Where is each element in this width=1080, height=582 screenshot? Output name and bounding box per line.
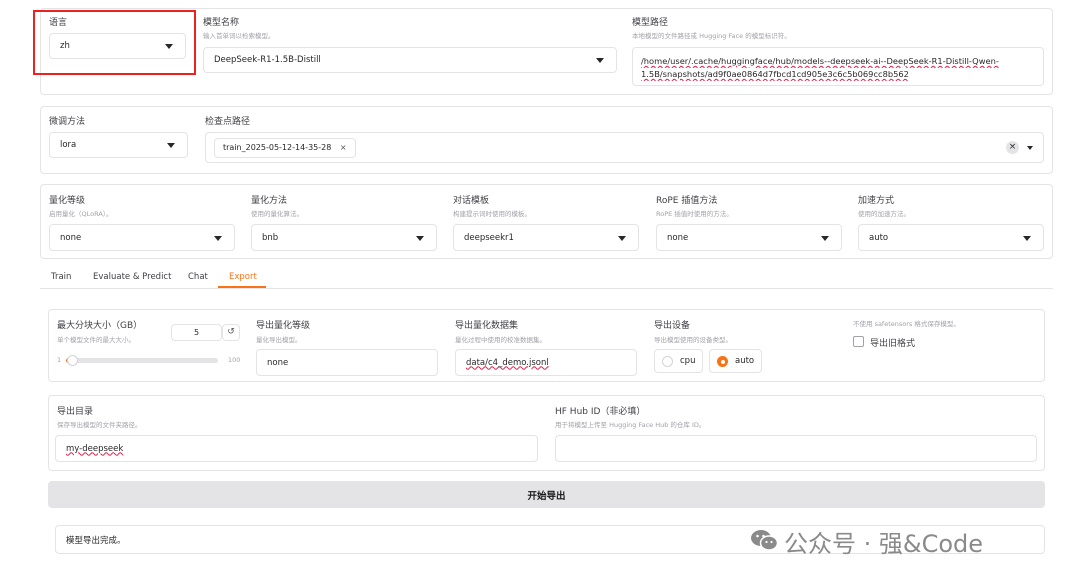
hub-id-hint: 用于将模型上传至 Hugging Face Hub 的仓库 ID。 bbox=[555, 421, 706, 429]
model-path-label: 模型路径 bbox=[632, 18, 669, 28]
chevron-down-icon bbox=[416, 235, 424, 241]
tab-train[interactable]: Train bbox=[51, 272, 71, 282]
tab-evaluate-predict[interactable]: Evaluate & Predict bbox=[93, 272, 171, 282]
export-dir-value: my-deepseek bbox=[66, 443, 124, 454]
legacy-format-label: 导出旧格式 bbox=[870, 339, 916, 349]
chevron-down-icon bbox=[167, 143, 175, 148]
quant-method-label: 量化方法 bbox=[251, 196, 288, 206]
rope-value: none bbox=[667, 232, 689, 243]
start-export-button[interactable]: 开始导出 bbox=[48, 481, 1045, 508]
shard-slider-thumb[interactable] bbox=[67, 355, 78, 366]
chevron-down-icon bbox=[618, 235, 626, 241]
model-path-line-2: 1.5B/snapshots/ad9f0ae0864d7fbcd1cd905e3… bbox=[641, 69, 909, 79]
model-name-label: 模型名称 bbox=[203, 18, 240, 28]
checkpoint-multiselect[interactable]: train_2025-05-12-14-35-28 × × bbox=[205, 132, 1044, 163]
quant-bit-label: 量化等级 bbox=[49, 196, 86, 206]
chevron-down-icon[interactable] bbox=[1027, 145, 1033, 150]
template-select[interactable]: deepseekr1 bbox=[453, 224, 639, 251]
radio-unchecked-icon bbox=[662, 356, 673, 367]
device-option-auto[interactable]: auto bbox=[709, 349, 762, 373]
tab-chat[interactable]: Chat bbox=[188, 272, 208, 282]
checkpoint-label: 检查点路径 bbox=[205, 117, 251, 127]
template-hint: 构建提示词时使用的模板。 bbox=[453, 210, 531, 218]
chevron-down-icon bbox=[1023, 235, 1031, 241]
export-dataset-label: 导出量化数据集 bbox=[455, 321, 519, 331]
wechat-icon bbox=[750, 528, 779, 552]
booster-select[interactable]: auto bbox=[858, 224, 1044, 251]
quant-bit-select[interactable]: none bbox=[49, 224, 235, 251]
quant-bit-value: none bbox=[60, 232, 82, 243]
tab-active-indicator bbox=[218, 286, 266, 288]
shard-min-label: 1 bbox=[57, 356, 62, 364]
export-dir-label: 导出目录 bbox=[57, 407, 94, 417]
rope-label: RoPE 插值方法 bbox=[656, 196, 718, 206]
export-dataset-hint: 量化过程中使用的校准数据集。 bbox=[455, 336, 546, 344]
export-dataset-input[interactable]: data/c4_demo.jsonl bbox=[455, 349, 637, 376]
device-option-auto-label: auto bbox=[735, 356, 755, 366]
export-quant-bit-label: 导出量化等级 bbox=[256, 321, 311, 331]
shard-reset-button[interactable]: ↺ bbox=[222, 324, 240, 341]
shard-size-input[interactable]: 5 bbox=[171, 324, 222, 341]
export-dir-hint: 保存导出模型的文件夹路径。 bbox=[57, 421, 142, 429]
finetune-value: lora bbox=[60, 140, 77, 150]
template-value: deepseekr1 bbox=[464, 232, 514, 243]
checkpoint-chip[interactable]: train_2025-05-12-14-35-28 × bbox=[214, 138, 356, 158]
chip-remove-icon[interactable]: × bbox=[340, 143, 347, 152]
model-name-hint: 输入首单词以检索模型。 bbox=[203, 32, 275, 40]
device-option-cpu[interactable]: cpu bbox=[654, 349, 703, 373]
chevron-down-icon bbox=[821, 235, 829, 241]
legacy-format-hint: 不使用 safetensors 格式保存模型。 bbox=[853, 320, 960, 328]
start-export-button-label: 开始导出 bbox=[527, 491, 566, 502]
model-path-input[interactable]: /home/user/.cache/huggingface/hub/models… bbox=[632, 47, 1044, 86]
tab-export[interactable]: Export bbox=[229, 272, 257, 282]
tabs-divider bbox=[40, 288, 1053, 289]
export-quant-bit-hint: 量化导出模型。 bbox=[256, 336, 302, 344]
legacy-format-checkbox[interactable] bbox=[853, 336, 864, 347]
model-path-line-1: /home/user/.cache/huggingface/hub/models… bbox=[641, 56, 999, 66]
reset-icon: ↺ bbox=[227, 327, 235, 337]
finetune-select[interactable]: lora bbox=[49, 132, 188, 158]
model-path-hint: 本地模型的文件路径或 Hugging Face 的模型标识符。 bbox=[632, 32, 791, 40]
export-dataset-value: data/c4_demo.jsonl bbox=[466, 357, 549, 368]
chevron-down-icon bbox=[214, 235, 222, 241]
shard-size-value: 5 bbox=[193, 328, 200, 337]
hub-id-label: HF Hub ID（非必填） bbox=[555, 407, 646, 417]
quant-method-select[interactable]: bnb bbox=[251, 224, 437, 251]
shard-size-label: 最大分块大小（GB） bbox=[57, 321, 143, 331]
checkpoint-chip-label: train_2025-05-12-14-35-28 bbox=[223, 143, 332, 152]
export-device-label: 导出设备 bbox=[654, 321, 691, 331]
device-option-cpu-label: cpu bbox=[680, 356, 696, 366]
model-name-value: DeepSeek-R1-1.5B-Distill bbox=[214, 55, 321, 65]
quant-method-value: bnb bbox=[262, 232, 279, 243]
shard-max-label: 100 bbox=[228, 356, 241, 364]
quant-method-hint: 使用的量化算法。 bbox=[251, 210, 303, 218]
export-quant-bit-value: none bbox=[267, 357, 289, 368]
language-highlight-box bbox=[33, 10, 196, 75]
booster-value: auto bbox=[869, 232, 889, 243]
hub-id-input[interactable] bbox=[555, 435, 1037, 462]
watermark-text: 公众号 · 强&Code bbox=[784, 530, 984, 558]
export-quant-bit-input[interactable]: none bbox=[256, 349, 438, 376]
rope-hint: RoPE 插值时使用的方法。 bbox=[656, 210, 733, 218]
shard-slider[interactable] bbox=[66, 355, 218, 366]
booster-hint: 使用的加速方法。 bbox=[858, 210, 910, 218]
clear-icon[interactable]: × bbox=[1006, 141, 1019, 154]
export-output-text: 模型导出完成。 bbox=[66, 535, 126, 546]
rope-select[interactable]: none bbox=[656, 224, 842, 251]
template-label: 对话模板 bbox=[453, 196, 490, 206]
radio-checked-icon bbox=[717, 356, 728, 367]
booster-label: 加速方式 bbox=[858, 196, 895, 206]
export-device-hint: 导出模型使用的设备类型。 bbox=[654, 336, 732, 344]
chevron-down-icon bbox=[596, 58, 604, 63]
finetune-label: 微调方法 bbox=[49, 117, 86, 127]
shard-size-hint: 单个模型文件的最大大小。 bbox=[57, 336, 135, 344]
export-dir-input[interactable]: my-deepseek bbox=[55, 435, 538, 462]
model-name-select[interactable]: DeepSeek-R1-1.5B-Distill bbox=[203, 47, 617, 73]
quant-bit-hint: 启用量化（QLoRA）。 bbox=[49, 210, 113, 218]
